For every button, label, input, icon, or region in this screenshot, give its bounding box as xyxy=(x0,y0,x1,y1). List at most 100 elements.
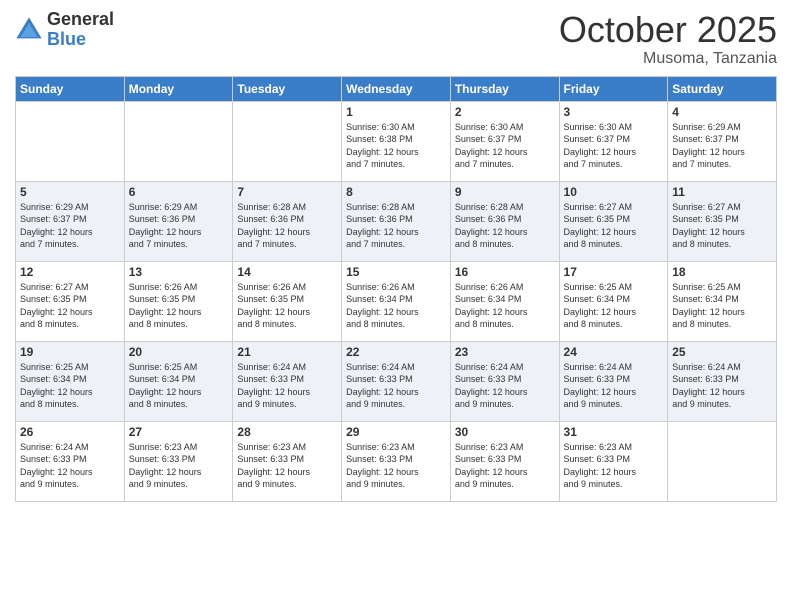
calendar-cell: 29Sunrise: 6:23 AM Sunset: 6:33 PM Dayli… xyxy=(342,421,451,501)
day-number: 12 xyxy=(20,265,120,279)
calendar-cell: 17 Sunrise: 6:25 AM Sunset: 6:34 PM Dayli… xyxy=(559,261,668,341)
calendar-cell: 8 Sunrise: 6:28 AM Sunset: 6:36 PM Daylig… xyxy=(342,181,451,261)
day-number: 26 xyxy=(20,425,120,439)
day-number: 3 xyxy=(564,105,664,119)
logo-general: General xyxy=(47,10,114,30)
day-info: Sunrise: 6:28 AM Sunset: 6:36 PM Dayligh… xyxy=(346,201,446,251)
page: General Blue October 2025 Musoma, Tanzan… xyxy=(0,0,792,612)
calendar-table: Sunday Monday Tuesday Wednesday Thursday… xyxy=(15,76,777,502)
logo: General Blue xyxy=(15,10,114,50)
col-sunday: Sunday xyxy=(16,76,125,101)
day-number: 25 xyxy=(672,345,772,359)
calendar-cell: 18 Sunrise: 6:25 AM Sunset: 6:34 PM Dayli… xyxy=(668,261,777,341)
calendar-cell: 7 Sunrise: 6:28 AM Sunset: 6:36 PM Daylig… xyxy=(233,181,342,261)
col-tuesday: Tuesday xyxy=(233,76,342,101)
calendar-cell: 12 Sunrise: 6:27 AM Sunset: 6:35 PM Dayli… xyxy=(16,261,125,341)
week-row-4: 19 Sunrise: 6:25 AM Sunset: 6:34 PM Dayli… xyxy=(16,341,777,421)
day-number: 28 xyxy=(237,425,337,439)
day-info: Sunrise: 6:23 AM Sunset: 6:33 PM Dayligh… xyxy=(237,441,337,491)
col-friday: Friday xyxy=(559,76,668,101)
calendar-cell: 6Sunrise: 6:29 AM Sunset: 6:36 PM Daylig… xyxy=(124,181,233,261)
day-number: 10 xyxy=(564,185,664,199)
day-number: 13 xyxy=(129,265,229,279)
day-info: Sunrise: 6:29 AM Sunset: 6:37 PM Dayligh… xyxy=(20,201,120,251)
day-info: Sunrise: 6:25 AM Sunset: 6:34 PM Dayligh… xyxy=(564,281,664,331)
day-number: 29 xyxy=(346,425,446,439)
day-number: 19 xyxy=(20,345,120,359)
calendar-cell: 28 Sunrise: 6:23 AM Sunset: 6:33 PM Dayli… xyxy=(233,421,342,501)
calendar-cell: 21Sunrise: 6:24 AM Sunset: 6:33 PM Dayli… xyxy=(233,341,342,421)
calendar-cell: 25Sunrise: 6:24 AM Sunset: 6:33 PM Dayli… xyxy=(668,341,777,421)
calendar-cell: 4Sunrise: 6:29 AM Sunset: 6:37 PM Daylig… xyxy=(668,101,777,181)
calendar-cell xyxy=(124,101,233,181)
calendar-cell: 20Sunrise: 6:25 AM Sunset: 6:34 PM Dayli… xyxy=(124,341,233,421)
calendar-cell: 5 Sunrise: 6:29 AM Sunset: 6:37 PM Daylig… xyxy=(16,181,125,261)
calendar-cell: 2Sunrise: 6:30 AM Sunset: 6:37 PM Daylig… xyxy=(450,101,559,181)
calendar-cell: 1 Sunrise: 6:30 AM Sunset: 6:38 PM Daylig… xyxy=(342,101,451,181)
calendar-cell xyxy=(668,421,777,501)
day-number: 2 xyxy=(455,105,555,119)
calendar-cell: 27 Sunrise: 6:23 AM Sunset: 6:33 PM Dayli… xyxy=(124,421,233,501)
day-number: 27 xyxy=(129,425,229,439)
logo-icon xyxy=(15,16,43,44)
day-number: 22 xyxy=(346,345,446,359)
day-number: 17 xyxy=(564,265,664,279)
day-number: 14 xyxy=(237,265,337,279)
day-number: 5 xyxy=(20,185,120,199)
day-number: 18 xyxy=(672,265,772,279)
day-info: Sunrise: 6:27 AM Sunset: 6:35 PM Dayligh… xyxy=(20,281,120,331)
calendar-cell xyxy=(233,101,342,181)
calendar-cell: 22 Sunrise: 6:24 AM Sunset: 6:33 PM Dayli… xyxy=(342,341,451,421)
day-info: Sunrise: 6:26 AM Sunset: 6:35 PM Dayligh… xyxy=(237,281,337,331)
day-info: Sunrise: 6:24 AM Sunset: 6:33 PM Dayligh… xyxy=(346,361,446,411)
day-number: 16 xyxy=(455,265,555,279)
day-info: Sunrise: 6:26 AM Sunset: 6:34 PM Dayligh… xyxy=(346,281,446,331)
day-number: 1 xyxy=(346,105,446,119)
week-row-5: 26 Sunrise: 6:24 AM Sunset: 6:33 PM Dayli… xyxy=(16,421,777,501)
day-info: Sunrise: 6:27 AM Sunset: 6:35 PM Dayligh… xyxy=(564,201,664,251)
logo-text: General Blue xyxy=(47,10,114,50)
month-title: October 2025 xyxy=(559,10,777,50)
calendar-cell: 23Sunrise: 6:24 AM Sunset: 6:33 PM Dayli… xyxy=(450,341,559,421)
day-number: 30 xyxy=(455,425,555,439)
week-row-2: 5 Sunrise: 6:29 AM Sunset: 6:37 PM Daylig… xyxy=(16,181,777,261)
day-info: Sunrise: 6:28 AM Sunset: 6:36 PM Dayligh… xyxy=(455,201,555,251)
day-info: Sunrise: 6:30 AM Sunset: 6:38 PM Dayligh… xyxy=(346,121,446,171)
day-info: Sunrise: 6:25 AM Sunset: 6:34 PM Dayligh… xyxy=(20,361,120,411)
day-info: Sunrise: 6:28 AM Sunset: 6:36 PM Dayligh… xyxy=(237,201,337,251)
day-info: Sunrise: 6:23 AM Sunset: 6:33 PM Dayligh… xyxy=(129,441,229,491)
title-block: October 2025 Musoma, Tanzania xyxy=(559,10,777,68)
header-row: Sunday Monday Tuesday Wednesday Thursday… xyxy=(16,76,777,101)
day-info: Sunrise: 6:24 AM Sunset: 6:33 PM Dayligh… xyxy=(455,361,555,411)
day-number: 20 xyxy=(129,345,229,359)
day-info: Sunrise: 6:29 AM Sunset: 6:36 PM Dayligh… xyxy=(129,201,229,251)
day-info: Sunrise: 6:25 AM Sunset: 6:34 PM Dayligh… xyxy=(672,281,772,331)
day-number: 8 xyxy=(346,185,446,199)
day-info: Sunrise: 6:30 AM Sunset: 6:37 PM Dayligh… xyxy=(564,121,664,171)
day-number: 9 xyxy=(455,185,555,199)
day-info: Sunrise: 6:26 AM Sunset: 6:35 PM Dayligh… xyxy=(129,281,229,331)
header: General Blue October 2025 Musoma, Tanzan… xyxy=(15,10,777,68)
location: Musoma, Tanzania xyxy=(559,50,777,68)
calendar-cell: 24Sunrise: 6:24 AM Sunset: 6:33 PM Dayli… xyxy=(559,341,668,421)
day-number: 15 xyxy=(346,265,446,279)
week-row-3: 12 Sunrise: 6:27 AM Sunset: 6:35 PM Dayli… xyxy=(16,261,777,341)
calendar-cell: 15 Sunrise: 6:26 AM Sunset: 6:34 PM Dayli… xyxy=(342,261,451,341)
day-info: Sunrise: 6:27 AM Sunset: 6:35 PM Dayligh… xyxy=(672,201,772,251)
calendar-cell: 16 Sunrise: 6:26 AM Sunset: 6:34 PM Dayli… xyxy=(450,261,559,341)
week-row-1: 1 Sunrise: 6:30 AM Sunset: 6:38 PM Daylig… xyxy=(16,101,777,181)
calendar-cell: 11Sunrise: 6:27 AM Sunset: 6:35 PM Dayli… xyxy=(668,181,777,261)
day-number: 21 xyxy=(237,345,337,359)
col-wednesday: Wednesday xyxy=(342,76,451,101)
day-info: Sunrise: 6:23 AM Sunset: 6:33 PM Dayligh… xyxy=(564,441,664,491)
calendar-cell: 9 Sunrise: 6:28 AM Sunset: 6:36 PM Daylig… xyxy=(450,181,559,261)
calendar-cell: 26 Sunrise: 6:24 AM Sunset: 6:33 PM Dayli… xyxy=(16,421,125,501)
day-info: Sunrise: 6:24 AM Sunset: 6:33 PM Dayligh… xyxy=(564,361,664,411)
day-info: Sunrise: 6:26 AM Sunset: 6:34 PM Dayligh… xyxy=(455,281,555,331)
col-saturday: Saturday xyxy=(668,76,777,101)
day-number: 31 xyxy=(564,425,664,439)
day-info: Sunrise: 6:24 AM Sunset: 6:33 PM Dayligh… xyxy=(20,441,120,491)
day-number: 7 xyxy=(237,185,337,199)
calendar-cell: 19 Sunrise: 6:25 AM Sunset: 6:34 PM Dayli… xyxy=(16,341,125,421)
day-info: Sunrise: 6:29 AM Sunset: 6:37 PM Dayligh… xyxy=(672,121,772,171)
